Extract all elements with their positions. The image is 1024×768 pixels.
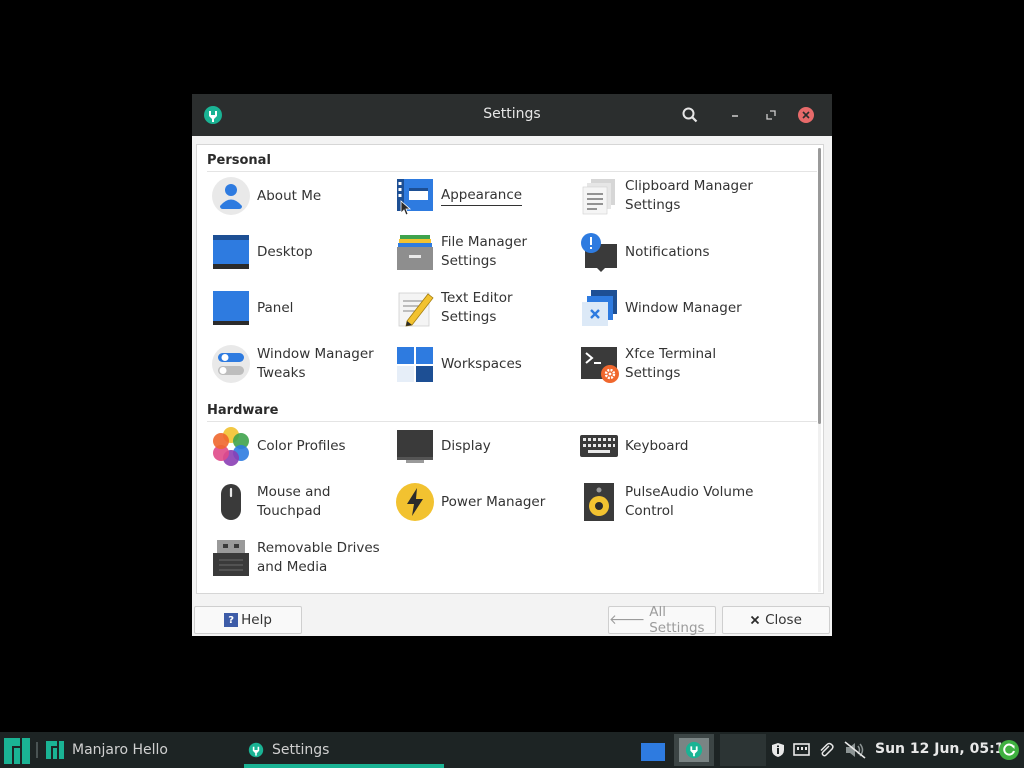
section-personal-title: Personal: [207, 153, 271, 168]
active-task-indicator: [244, 764, 444, 768]
item-mouse-touchpad[interactable]: Mouse and Touchpad: [207, 477, 387, 527]
item-text-editor[interactable]: Text Editor Settings: [391, 283, 571, 333]
power-icon: [396, 483, 434, 521]
file-manager-icon: [397, 235, 433, 270]
keyboard-icon: [580, 435, 618, 457]
item-about-me[interactable]: About Me: [207, 171, 387, 221]
item-removable-drives[interactable]: Removable Drives and Media: [207, 533, 387, 583]
item-appearance[interactable]: Appearance: [391, 171, 571, 221]
item-label: Window Manager: [625, 299, 742, 316]
settings-app-icon: [685, 741, 703, 759]
all-settings-button[interactable]: 🡐 All Settings: [608, 604, 716, 636]
workspaces-icon: [397, 347, 433, 382]
network-icon[interactable]: [793, 742, 810, 758]
item-panel[interactable]: Panel: [207, 283, 387, 333]
appearance-icon: [397, 179, 433, 216]
close-icon: [798, 107, 814, 123]
settings-app-icon: [248, 742, 264, 758]
taskbar-app-manjaro-hello[interactable]: Manjaro Hello: [46, 732, 168, 768]
tweaks-icon: [212, 345, 250, 383]
item-label: Mouse and Touchpad: [257, 484, 331, 519]
arrow-left-icon: 🡐: [609, 612, 646, 628]
settings-content: Personal About Me Appearance Clipboard M…: [196, 144, 824, 594]
close-window-button[interactable]: [796, 105, 816, 125]
terminal-icon: [581, 347, 619, 383]
workspace-3[interactable]: [720, 734, 766, 766]
display-icon: [397, 430, 433, 463]
panel-icon: [213, 291, 249, 325]
item-label: Desktop: [257, 243, 313, 260]
minimize-icon: [732, 115, 738, 117]
help-button[interactable]: ? Help: [194, 606, 302, 634]
item-label: Appearance: [441, 171, 571, 221]
item-label: Workspaces: [441, 355, 522, 372]
item-desktop[interactable]: Desktop: [207, 227, 387, 277]
item-workspaces[interactable]: Workspaces: [391, 339, 571, 389]
item-notifications[interactable]: Notifications: [575, 227, 755, 277]
window-manager-icon: [582, 290, 617, 326]
item-power-manager[interactable]: Power Manager: [391, 477, 571, 527]
clock[interactable]: Sun 12 Jun, 05:12: [875, 741, 1014, 757]
item-label: Window Manager Tweaks: [257, 346, 374, 381]
item-clipboard-manager[interactable]: Clipboard Manager Settings: [575, 171, 755, 221]
color-profiles-icon: [213, 427, 249, 466]
item-xfce-terminal[interactable]: Xfce Terminal Settings: [575, 339, 755, 389]
usb-drive-icon: [213, 540, 249, 576]
title-bar[interactable]: Settings: [192, 94, 832, 136]
item-label: Notifications: [625, 243, 710, 260]
item-label: Power Manager: [441, 493, 546, 510]
paperclip-icon[interactable]: [818, 742, 834, 758]
workspace-1[interactable]: [636, 736, 670, 764]
close-button[interactable]: Close: [722, 606, 830, 634]
desktop-icon: [213, 235, 249, 269]
item-label: Panel: [257, 299, 294, 316]
item-window-manager[interactable]: Window Manager: [575, 283, 755, 333]
item-window-manager-tweaks[interactable]: Window Manager Tweaks: [207, 339, 387, 389]
taskbar-app-settings[interactable]: Settings: [248, 732, 329, 768]
item-label: File Manager Settings: [441, 234, 528, 269]
search-icon: [682, 107, 698, 123]
info-shield-icon[interactable]: [770, 742, 786, 758]
item-keyboard[interactable]: Keyboard: [575, 421, 755, 471]
item-label: PulseAudio Volume Control: [625, 484, 754, 519]
scrollbar-thumb[interactable]: [818, 148, 821, 424]
notification-icon: [581, 233, 617, 272]
settings-window: Settings Personal About Me Appearance Cl…: [192, 94, 832, 636]
maximize-button[interactable]: [761, 105, 781, 125]
section-hardware-title: Hardware: [207, 403, 279, 418]
user-icon: [212, 177, 250, 215]
close-icon: [750, 615, 760, 625]
search-button[interactable]: [680, 105, 700, 125]
minimize-button[interactable]: [725, 105, 745, 125]
mouse-icon: [221, 484, 241, 520]
maximize-icon: [766, 110, 776, 120]
workspace-2[interactable]: [674, 734, 714, 766]
item-label: Display: [441, 437, 491, 454]
manjaro-hello-icon: [46, 741, 64, 759]
item-label: Color Profiles: [257, 437, 346, 454]
speaker-icon: [584, 483, 614, 521]
item-label: Text Editor Settings: [441, 290, 513, 325]
item-pulseaudio[interactable]: PulseAudio Volume Control: [575, 477, 755, 527]
manjaro-menu-icon[interactable]: [4, 738, 30, 764]
taskbar: Manjaro Hello Settings Sun 12 Jun, 05:12: [0, 732, 1024, 768]
clipboard-icon: [582, 179, 615, 215]
item-file-manager[interactable]: File Manager Settings: [391, 227, 571, 277]
item-label: Clipboard Manager Settings: [625, 178, 753, 213]
item-label: Keyboard: [625, 437, 689, 454]
volume-muted-icon[interactable]: [844, 741, 866, 759]
item-label: Xfce Terminal Settings: [625, 346, 717, 381]
item-display[interactable]: Display: [391, 421, 571, 471]
text-editor-icon: [398, 292, 434, 327]
item-label: Removable Drives and Media: [257, 540, 380, 575]
item-color-profiles[interactable]: Color Profiles: [207, 421, 387, 471]
taskbar-separator: [34, 742, 40, 758]
item-label: About Me: [257, 187, 322, 204]
help-icon: ?: [224, 613, 239, 627]
update-icon[interactable]: [998, 739, 1020, 761]
